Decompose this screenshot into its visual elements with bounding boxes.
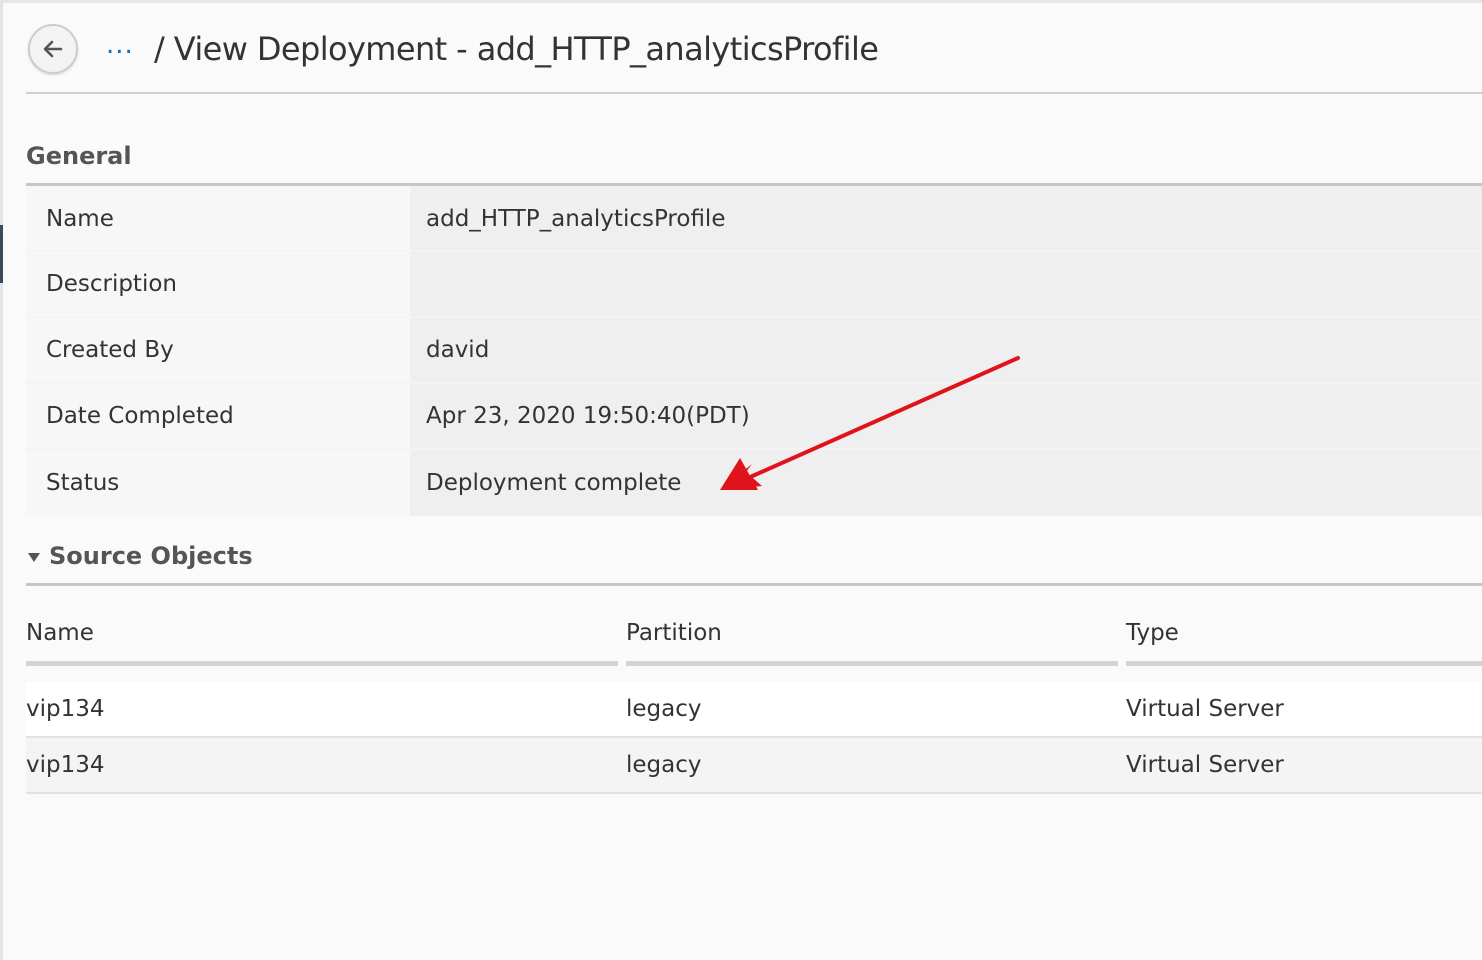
status-value: Deployment complete xyxy=(410,450,1482,516)
column-header-name[interactable]: Name xyxy=(26,606,618,666)
cell-name: vip134 xyxy=(26,696,105,722)
page-header: ... / View Deployment - add_HTTP_analyti… xyxy=(26,4,1482,94)
left-rail-indicator xyxy=(0,225,3,283)
property-row-date-completed: Date Completed Apr 23, 2020 19:50:40(PDT… xyxy=(26,384,1482,450)
top-border xyxy=(0,0,1482,3)
source-objects-table: vip134 legacy Virtual Server vip134 lega… xyxy=(26,682,1482,794)
property-value: david xyxy=(410,318,1482,382)
page-title: / View Deployment - add_HTTP_analyticsPr… xyxy=(154,30,879,68)
table-row[interactable]: vip134 legacy Virtual Server xyxy=(26,682,1482,738)
general-properties-table: Name add_HTTP_analyticsProfile Descripti… xyxy=(26,186,1482,516)
cell-type: Virtual Server xyxy=(1126,752,1284,778)
cell-type: Virtual Server xyxy=(1126,696,1284,722)
triangle-down-icon xyxy=(28,552,40,562)
source-objects-toggle[interactable]: Source Objects xyxy=(28,542,253,570)
property-label: Status xyxy=(26,450,410,516)
cell-partition: legacy xyxy=(626,752,702,778)
column-header-type[interactable]: Type xyxy=(1126,606,1482,666)
arrow-left-icon xyxy=(43,40,63,58)
table-row[interactable]: vip134 legacy Virtual Server xyxy=(26,738,1482,794)
property-row-status: Status Deployment complete xyxy=(26,450,1482,516)
property-label: Date Completed xyxy=(26,384,410,448)
source-objects-divider xyxy=(26,583,1482,586)
left-rail xyxy=(0,0,3,960)
property-label: Name xyxy=(26,186,410,250)
property-row-name: Name add_HTTP_analyticsProfile xyxy=(26,186,1482,252)
cell-partition: legacy xyxy=(626,696,702,722)
property-label: Description xyxy=(26,252,410,316)
general-section-title: General xyxy=(26,142,132,170)
cell-name: vip134 xyxy=(26,752,105,778)
property-value: Apr 23, 2020 19:50:40(PDT) xyxy=(410,384,1482,448)
property-row-description: Description xyxy=(26,252,1482,318)
source-objects-header: Name Partition Type xyxy=(26,606,1482,668)
back-button[interactable] xyxy=(28,24,78,74)
column-header-partition[interactable]: Partition xyxy=(626,606,1118,666)
property-label: Created By xyxy=(26,318,410,382)
property-row-created-by: Created By david xyxy=(26,318,1482,384)
property-value: add_HTTP_analyticsProfile xyxy=(410,186,1482,250)
breadcrumb-more-link[interactable]: ... xyxy=(106,30,134,60)
source-objects-title: Source Objects xyxy=(49,542,253,570)
property-value xyxy=(410,252,1482,316)
